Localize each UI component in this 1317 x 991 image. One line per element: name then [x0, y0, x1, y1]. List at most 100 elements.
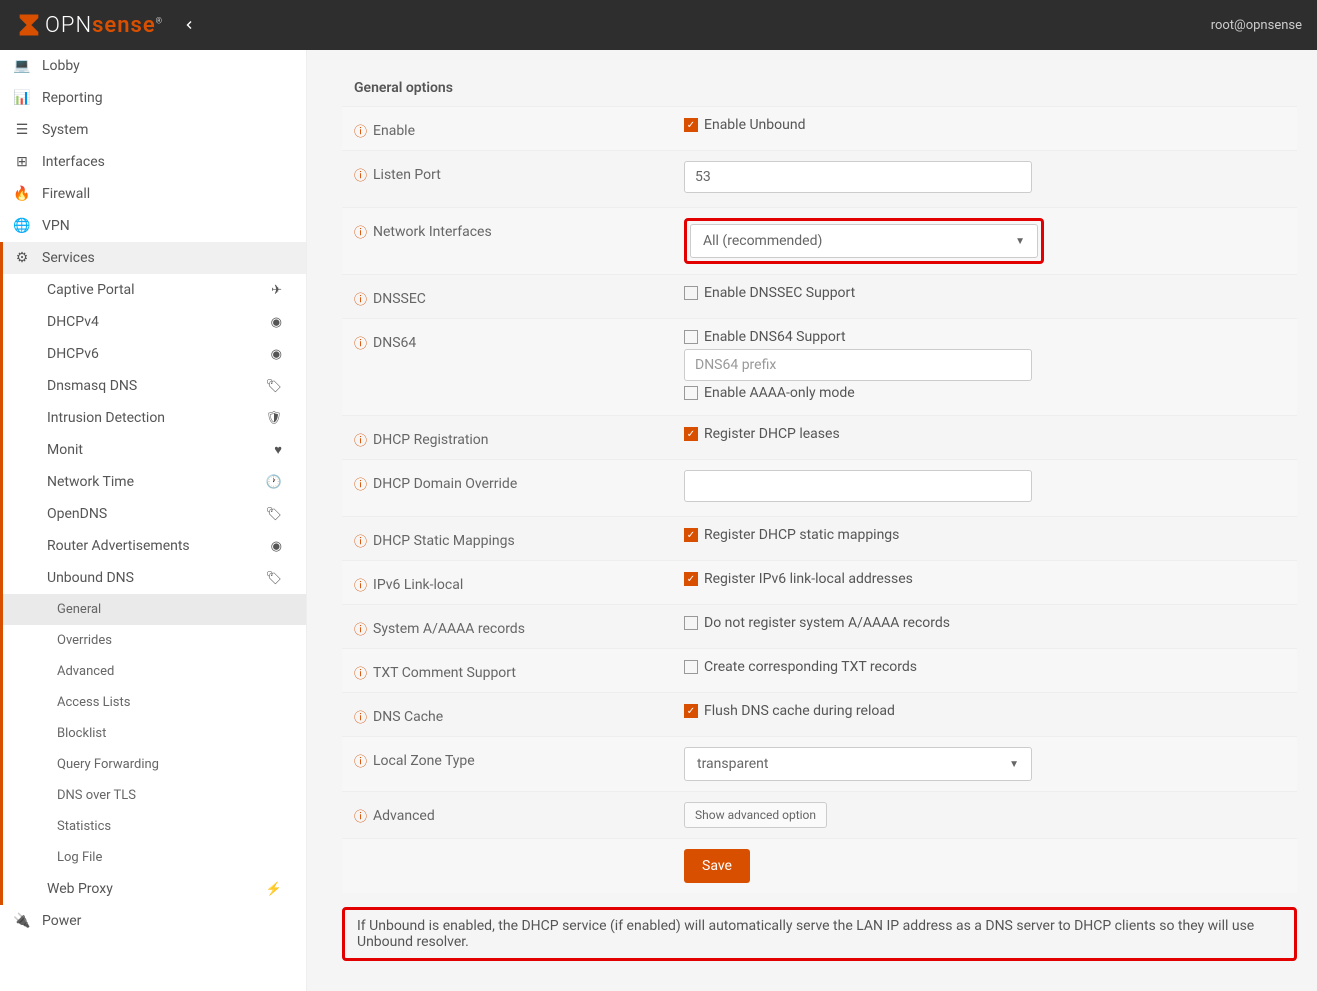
nav-system[interactable]: ☰System: [0, 114, 306, 146]
checkbox-icon: [684, 616, 698, 630]
nav-unbound-blocklist[interactable]: Blocklist: [3, 718, 306, 749]
checkbox-label: Enable AAAA-only mode: [704, 385, 855, 401]
nav-services[interactable]: ⚙Services: [0, 242, 306, 274]
logo[interactable]: OPNsense®: [15, 11, 163, 39]
dns64-prefix-input[interactable]: [684, 349, 1032, 381]
checkbox-icon: [684, 386, 698, 400]
show-advanced-button[interactable]: Show advanced option: [684, 802, 827, 828]
nav-label: Unbound DNS: [47, 570, 134, 586]
nav-dhcpv4[interactable]: DHCPv4◉: [3, 306, 306, 338]
paper-plane-icon: ✈: [271, 283, 282, 298]
nav-label: Lobby: [42, 58, 80, 74]
dhcp-static-checkbox[interactable]: ✓Register DHCP static mappings: [684, 527, 1285, 543]
info-icon[interactable]: ⓘ: [354, 751, 367, 770]
info-icon[interactable]: ⓘ: [354, 333, 367, 352]
info-icon[interactable]: ⓘ: [354, 474, 367, 493]
info-icon[interactable]: ⓘ: [354, 531, 367, 550]
nav-services-sub: Captive Portal✈ DHCPv4◉ DHCPv6◉ Dnsmasq …: [0, 274, 306, 905]
nav-power[interactable]: 🔌 Power: [0, 905, 306, 937]
dnssec-checkbox[interactable]: Enable DNSSEC Support: [684, 285, 1285, 301]
nav-unbound-general[interactable]: General: [3, 594, 306, 625]
nav-vpn[interactable]: 🌐VPN: [0, 210, 306, 242]
nav-firewall[interactable]: 🔥Firewall: [0, 178, 306, 210]
row-save: Save: [342, 838, 1297, 893]
nav-label: Query Forwarding: [57, 757, 159, 772]
nav-label: Services: [42, 250, 95, 266]
info-icon[interactable]: ⓘ: [354, 222, 367, 241]
nav-dnsmasq[interactable]: Dnsmasq DNS🏷: [3, 370, 306, 402]
local-zone-select[interactable]: transparent▼: [684, 747, 1032, 781]
info-icon[interactable]: ⓘ: [354, 707, 367, 726]
dns64-enable-checkbox[interactable]: Enable DNS64 Support: [684, 329, 1285, 345]
ipv6-ll-checkbox[interactable]: ✓Register IPv6 link-local addresses: [684, 571, 1285, 587]
nav-unbound-dot[interactable]: DNS over TLS: [3, 780, 306, 811]
nav-label: Reporting: [42, 90, 103, 106]
field-label: Enable: [373, 123, 415, 139]
checkbox-label: Register DHCP static mappings: [704, 527, 899, 543]
user-label[interactable]: root@opnsense: [1211, 18, 1302, 33]
info-icon[interactable]: ⓘ: [354, 165, 367, 184]
plug-icon: 🔌: [14, 913, 30, 929]
nav-unbound-overrides[interactable]: Overrides: [3, 625, 306, 656]
info-icon[interactable]: ⓘ: [354, 663, 367, 682]
nav-unbound-advanced[interactable]: Advanced: [3, 656, 306, 687]
dhcp-domain-input[interactable]: [684, 470, 1032, 502]
nav-unbound-access-lists[interactable]: Access Lists: [3, 687, 306, 718]
nav-label: Power: [42, 913, 81, 929]
info-icon[interactable]: ⓘ: [354, 121, 367, 140]
listen-port-input[interactable]: [684, 161, 1032, 193]
top-bar: OPNsense® root@opnsense: [0, 0, 1317, 50]
nav-unbound-logfile[interactable]: Log File: [3, 842, 306, 873]
checkbox-icon: ✓: [684, 572, 698, 586]
row-ipv6-ll: ⓘIPv6 Link-local ✓Register IPv6 link-loc…: [342, 560, 1297, 604]
sidebar: 💻Lobby 📊Reporting ☰System ⊞Interfaces 🔥F…: [0, 50, 307, 991]
clock-icon: 🕐: [266, 475, 282, 490]
checkbox-icon: ✓: [684, 427, 698, 441]
save-button[interactable]: Save: [684, 849, 750, 883]
dhcp-reg-checkbox[interactable]: ✓Register DHCP leases: [684, 426, 1285, 442]
bolt-icon: ⚡: [266, 882, 282, 897]
nav-lobby[interactable]: 💻Lobby: [0, 50, 306, 82]
nav-unbound-query-fwd[interactable]: Query Forwarding: [3, 749, 306, 780]
info-icon[interactable]: ⓘ: [354, 575, 367, 594]
nav-interfaces[interactable]: ⊞Interfaces: [0, 146, 306, 178]
network-interfaces-select[interactable]: All (recommended)▼: [690, 224, 1038, 258]
info-banner: If Unbound is enabled, the DHCP service …: [342, 907, 1297, 961]
checkbox-label: Enable Unbound: [704, 117, 805, 133]
dns64-aaaa-checkbox[interactable]: Enable AAAA-only mode: [684, 385, 1285, 401]
shield-icon: 🛡: [265, 411, 282, 426]
nav-captive-portal[interactable]: Captive Portal✈: [3, 274, 306, 306]
select-value: transparent: [697, 756, 768, 772]
nav-unbound-statistics[interactable]: Statistics: [3, 811, 306, 842]
field-label: Network Interfaces: [373, 224, 492, 240]
nav-monit[interactable]: Monit♥: [3, 434, 306, 466]
enable-checkbox[interactable]: ✓Enable Unbound: [684, 117, 1285, 133]
info-icon[interactable]: ⓘ: [354, 430, 367, 449]
txt-checkbox[interactable]: Create corresponding TXT records: [684, 659, 1285, 675]
info-icon[interactable]: ⓘ: [354, 289, 367, 308]
nav-opendns[interactable]: OpenDNS🏷: [3, 498, 306, 530]
nav-network-time[interactable]: Network Time🕐: [3, 466, 306, 498]
row-dhcp-static: ⓘDHCP Static Mappings ✓Register DHCP sta…: [342, 516, 1297, 560]
info-icon[interactable]: ⓘ: [354, 619, 367, 638]
field-label: DHCP Registration: [373, 432, 489, 448]
nav-router-adv[interactable]: Router Advertisements◉: [3, 530, 306, 562]
sidebar-toggle[interactable]: [183, 19, 195, 31]
dns-cache-checkbox[interactable]: ✓Flush DNS cache during reload: [684, 703, 1285, 719]
nav-label: Intrusion Detection: [47, 410, 165, 426]
row-listen-port: ⓘListen Port: [342, 150, 1297, 207]
checkbox-icon: [684, 330, 698, 344]
info-icon[interactable]: ⓘ: [354, 806, 367, 825]
bullseye-icon: ◉: [271, 315, 282, 330]
nav-unbound[interactable]: Unbound DNS🏷: [3, 562, 306, 594]
bullseye-icon: ◉: [271, 539, 282, 554]
sys-aaaa-checkbox[interactable]: Do not register system A/AAAA records: [684, 615, 1285, 631]
highlight-network-interfaces: All (recommended)▼: [684, 218, 1044, 264]
nav-ids[interactable]: Intrusion Detection 🛡: [3, 402, 306, 434]
checkbox-icon: ✓: [684, 704, 698, 718]
nav-reporting[interactable]: 📊Reporting: [0, 82, 306, 114]
nav-web-proxy[interactable]: Web Proxy⚡: [3, 873, 306, 905]
nav-dhcpv6[interactable]: DHCPv6◉: [3, 338, 306, 370]
field-label: DHCP Domain Override: [373, 476, 517, 492]
nav-label: Log File: [57, 850, 102, 865]
